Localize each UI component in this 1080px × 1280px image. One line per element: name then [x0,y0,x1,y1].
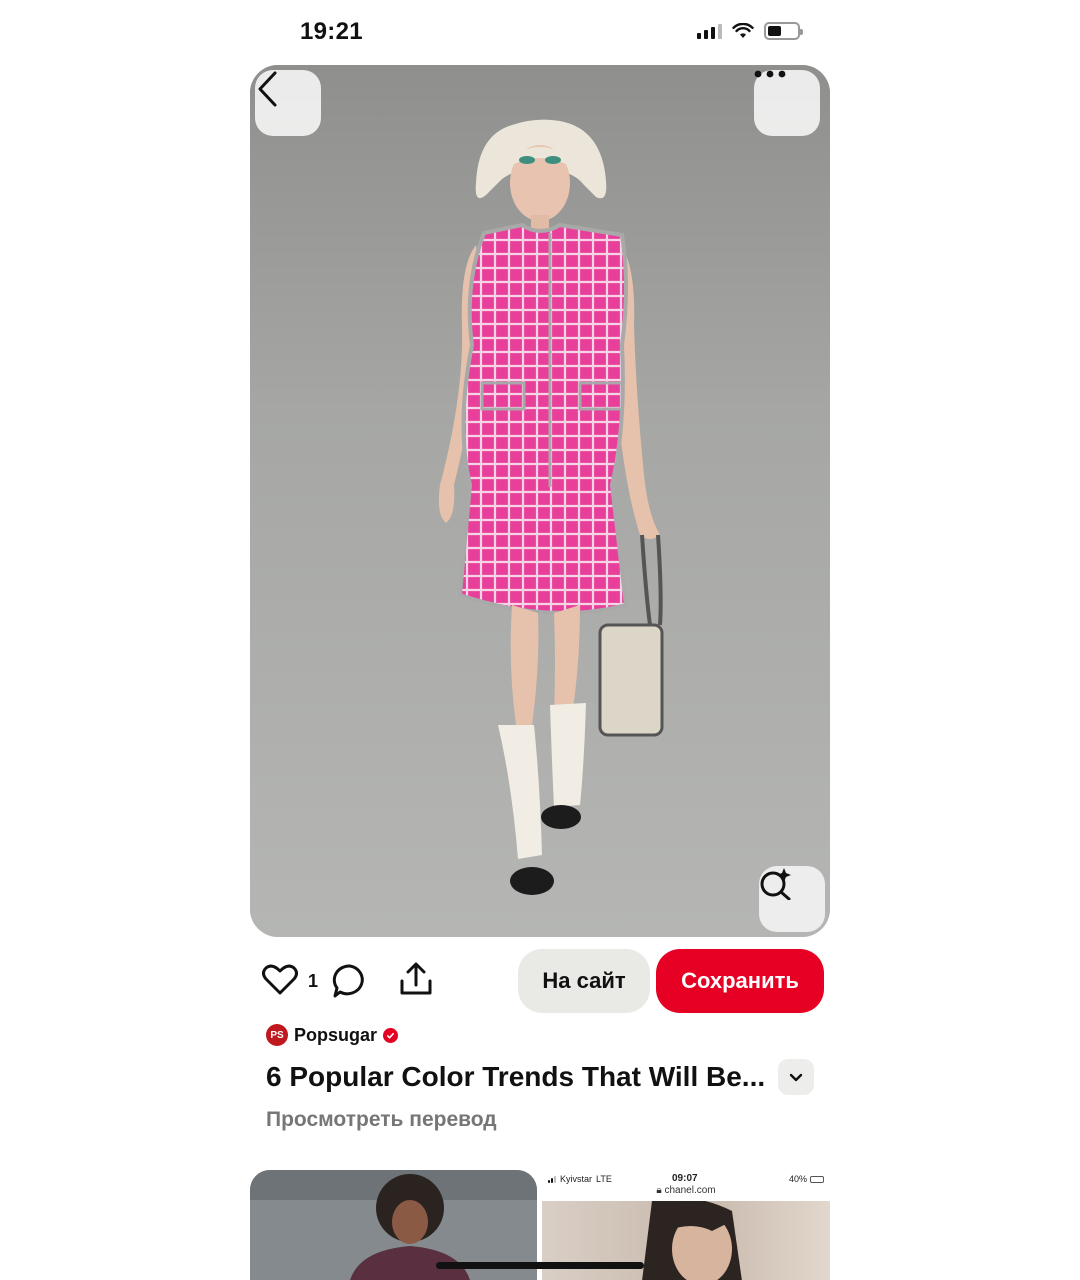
like-count: 1 [308,971,319,991]
wifi-icon [732,23,754,38]
screenshot-time: 09:07 [672,1173,698,1184]
visit-site-button[interactable]: На сайт [518,949,650,1013]
expand-title-button[interactable] [778,1059,814,1095]
screenshot-status-bar: Kyivstar LTE 09:07 40% 🔒︎ chanel.com [542,1170,830,1200]
save-button[interactable]: Сохранить [656,949,824,1013]
ellipsis-icon [754,70,786,78]
status-icons [697,22,803,40]
source-avatar: PS [266,1024,288,1046]
chevron-down-icon [789,1073,803,1081]
runway-photo [250,65,830,937]
screenshot-carrier: Kyivstar [560,1174,593,1184]
verified-badge-icon [383,1027,399,1043]
comment-button[interactable] [332,963,368,999]
chevron-left-icon [258,71,277,107]
pin-title: 6 Popular Color Trends That Will Be... [266,1061,766,1092]
screenshot-battery: 40% [788,1174,807,1184]
share-icon [400,962,432,995]
title-row: 6 Popular Color Trends That Will Be... [266,1058,816,1096]
more-options-button[interactable] [754,70,820,136]
share-button[interactable] [398,961,434,997]
screenshot-network: LTE [596,1174,612,1184]
pin-image[interactable] [250,65,830,937]
visual-search-button[interactable] [759,866,825,932]
status-time: 19:21 [300,18,363,45]
back-button[interactable] [255,70,321,136]
like-button[interactable] [262,963,298,995]
pin-source[interactable]: PS Popsugar [266,1024,399,1046]
visual-search-icon [760,868,791,900]
signal-icon [697,23,722,39]
status-bar: 19:21 [250,0,830,64]
signal-icon [548,1175,556,1183]
screenshot-url: chanel.com [664,1185,716,1196]
view-translation-link[interactable]: Просмотреть перевод [266,1108,497,1132]
battery-level [768,26,781,36]
action-bar: 1 На сайт Сохранить [250,945,830,1017]
comment-icon [332,964,364,998]
lock-icon: 🔒︎ [656,1185,662,1196]
heart-icon [262,964,298,995]
home-indicator[interactable] [436,1262,644,1269]
battery-icon [810,1175,824,1183]
battery-icon [764,22,803,40]
source-name[interactable]: Popsugar [294,1025,377,1046]
